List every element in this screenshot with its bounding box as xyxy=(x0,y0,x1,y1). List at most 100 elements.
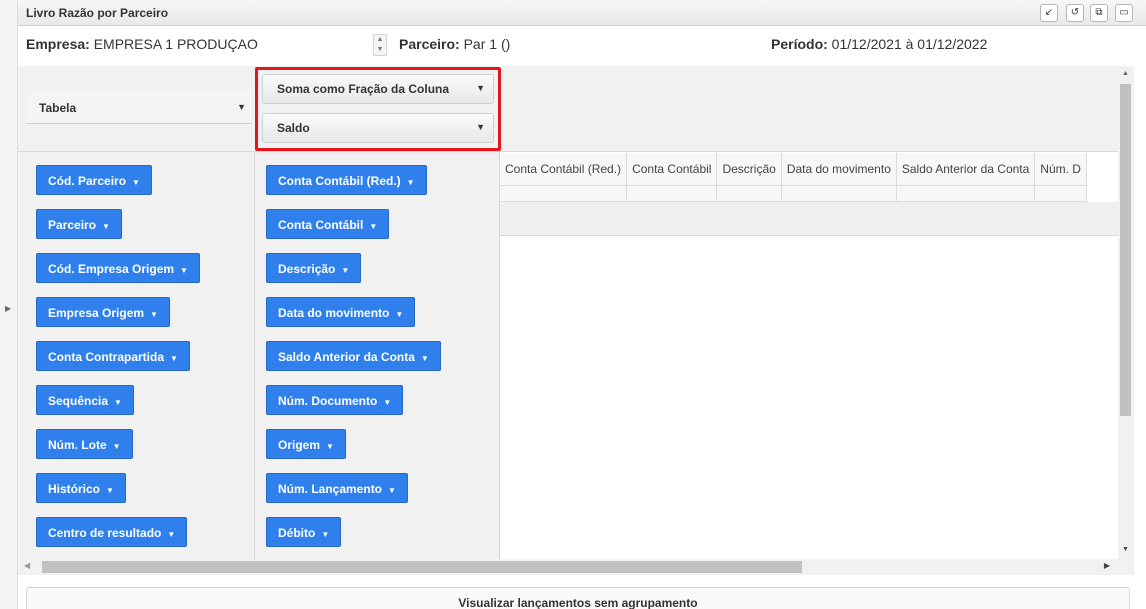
row-field-empresa-origem[interactable]: Empresa Origem ▼ xyxy=(36,297,170,327)
refresh-icon[interactable]: ↺ xyxy=(1066,4,1084,22)
field-label: Data do movimento xyxy=(278,306,390,320)
maximize-icon[interactable]: ▭ xyxy=(1115,4,1133,22)
caret-down-icon: ▼ xyxy=(395,310,404,319)
field-label: Cód. Empresa Origem xyxy=(48,262,175,276)
caret-down-icon: ▼ xyxy=(167,530,176,539)
periodo-label: Período: xyxy=(771,36,828,52)
vertical-scroll-thumb[interactable] xyxy=(1120,84,1131,416)
column-header[interactable]: Descrição xyxy=(716,153,782,186)
column-header[interactable]: Saldo Anterior da Conta xyxy=(896,153,1036,186)
caret-down-icon: ▼ xyxy=(321,530,330,539)
window-title: Livro Razão por Parceiro xyxy=(26,6,169,20)
field-label: Núm. Documento xyxy=(278,394,378,408)
periodo-info: Período: 01/12/2021 à 01/12/2022 xyxy=(771,36,987,52)
caret-down-icon: ▼ xyxy=(150,310,158,319)
filter-info-bar: Empresa: EMPRESA 1 PRODUÇAO ▲ ▼ Parceiro:… xyxy=(18,26,1146,66)
parceiro-value: Par 1 () xyxy=(463,36,511,52)
renderer-select[interactable]: Tabela ▼ xyxy=(26,90,252,124)
row-field-sequencia[interactable]: Sequência ▼ xyxy=(36,385,134,415)
col-field-descricao[interactable]: Descrição ▼ xyxy=(266,253,362,283)
horizontal-scrollbar[interactable]: ◀ ▶ xyxy=(18,559,1134,575)
field-label: Débito xyxy=(278,526,316,540)
field-label: Centro de resultado xyxy=(48,526,162,540)
column-header[interactable]: Conta Contábil xyxy=(626,153,718,186)
field-label: Conta Contábil (Red.) xyxy=(278,174,401,188)
field-label: Conta Contrapartida xyxy=(48,350,165,364)
table-cell xyxy=(500,185,628,202)
vertical-scrollbar[interactable]: ▲ ▼ xyxy=(1118,66,1134,559)
caret-down-icon: ▼ xyxy=(420,354,429,363)
row-field-historico[interactable]: Histórico ▼ xyxy=(36,473,126,503)
table-cell xyxy=(1034,185,1087,202)
caret-down-icon: ▼ xyxy=(102,222,110,231)
field-label: Núm. Lançamento xyxy=(278,482,383,496)
col-field-num-lancamento[interactable]: Núm. Lançamento ▼ xyxy=(266,473,408,503)
col-field-saldo-anterior[interactable]: Saldo Anterior da Conta ▼ xyxy=(266,341,441,371)
caret-down-icon: ▼ xyxy=(132,178,140,187)
row-field-cod-parceiro[interactable]: Cód. Parceiro ▼ xyxy=(36,165,152,195)
empresa-label: Empresa: xyxy=(26,36,90,52)
caret-down-icon: ▼ xyxy=(170,354,178,363)
caret-down-icon: ▼ xyxy=(106,486,114,495)
periodo-value: 01/12/2021 à 01/12/2022 xyxy=(831,36,988,52)
minimize-icon[interactable]: ↙ xyxy=(1040,4,1058,22)
table-cell xyxy=(896,185,1036,202)
highlight-box xyxy=(255,67,501,151)
col-field-origem[interactable]: Origem ▼ xyxy=(266,429,346,459)
totals-row xyxy=(500,201,1118,236)
scroll-right-icon[interactable]: ▶ xyxy=(1104,561,1110,570)
row-field-parceiro[interactable]: Parceiro ▼ xyxy=(36,209,122,239)
field-label: Cód. Parceiro xyxy=(48,174,127,188)
scroll-down-icon[interactable]: ▼ xyxy=(1122,546,1129,553)
field-label: Conta Contábil xyxy=(278,218,364,232)
empresa-value: EMPRESA 1 PRODUÇAO xyxy=(93,36,258,52)
window-titlebar: Livro Razão por Parceiro ↙ ↺ ⧉ ▭ xyxy=(18,0,1146,26)
column-header[interactable]: Núm. D xyxy=(1034,153,1087,186)
table-cell xyxy=(781,185,897,202)
expand-arrow-icon[interactable]: ▶ xyxy=(5,304,11,313)
col-field-conta-contabil[interactable]: Conta Contábil ▼ xyxy=(266,209,390,239)
field-label: Parceiro xyxy=(48,218,97,232)
row-field-cod-empresa-origem[interactable]: Cód. Empresa Origem ▼ xyxy=(36,253,200,283)
caret-down-icon: ▼ xyxy=(369,222,378,231)
chevron-down-icon: ▼ xyxy=(237,102,246,112)
field-label: Saldo Anterior da Conta xyxy=(278,350,415,364)
field-label: Núm. Lote xyxy=(48,438,107,452)
caret-down-icon: ▼ xyxy=(114,398,122,407)
field-label: Descrição xyxy=(278,262,336,276)
table-cell xyxy=(716,185,782,202)
pivot-result-grid: Conta Contábil (Red.) Conta Contábil Des… xyxy=(500,153,1118,559)
col-field-data-do-movimento[interactable]: Data do movimento ▼ xyxy=(266,297,416,327)
caret-down-icon: ▼ xyxy=(341,266,350,275)
parceiro-info: Parceiro: Par 1 () xyxy=(399,36,510,52)
caret-down-icon: ▼ xyxy=(383,398,392,407)
parceiro-label: Parceiro: xyxy=(399,36,460,52)
field-label: Sequência xyxy=(48,394,109,408)
table-row xyxy=(500,185,1087,202)
renderer-label: Tabela xyxy=(39,101,77,115)
field-label: Origem xyxy=(278,438,321,452)
restore-icon[interactable]: ⧉ xyxy=(1090,4,1108,22)
scroll-left-icon[interactable]: ◀ xyxy=(24,561,30,570)
column-header[interactable]: Data do movimento xyxy=(781,153,897,186)
scroll-up-icon[interactable]: ▲ xyxy=(1122,70,1129,77)
empresa-info: Empresa: EMPRESA 1 PRODUÇAO xyxy=(26,36,258,52)
col-field-num-documento[interactable]: Núm. Documento ▼ xyxy=(266,385,404,415)
caret-down-icon: ▼ xyxy=(180,266,188,275)
horizontal-scroll-thumb[interactable] xyxy=(42,561,802,573)
col-field-debito[interactable]: Débito ▼ xyxy=(266,517,342,547)
row-field-centro-de-resultado[interactable]: Centro de resultado ▼ xyxy=(36,517,188,547)
left-collapse-strip[interactable]: ▶ xyxy=(0,0,18,609)
caret-down-icon: ▼ xyxy=(388,486,396,495)
col-field-conta-contabil-red[interactable]: Conta Contábil (Red.) ▼ xyxy=(266,165,427,195)
spinner-icon[interactable]: ▲ ▼ xyxy=(373,34,387,56)
table-cell xyxy=(626,185,718,202)
pivot-table-area: Tabela ▼ Soma como Fração da Coluna ▼ Sa… xyxy=(18,66,1134,559)
row-field-num-lote[interactable]: Núm. Lote ▼ xyxy=(36,429,133,459)
row-field-conta-contrapartida[interactable]: Conta Contrapartida ▼ xyxy=(36,341,190,371)
field-label: Empresa Origem xyxy=(48,306,145,320)
field-label: Histórico xyxy=(48,482,101,496)
view-unaggregated-button[interactable]: Visualizar lançamentos sem agrupamento xyxy=(26,587,1130,609)
column-header[interactable]: Conta Contábil (Red.) xyxy=(500,153,628,186)
caret-down-icon: ▼ xyxy=(326,442,334,451)
